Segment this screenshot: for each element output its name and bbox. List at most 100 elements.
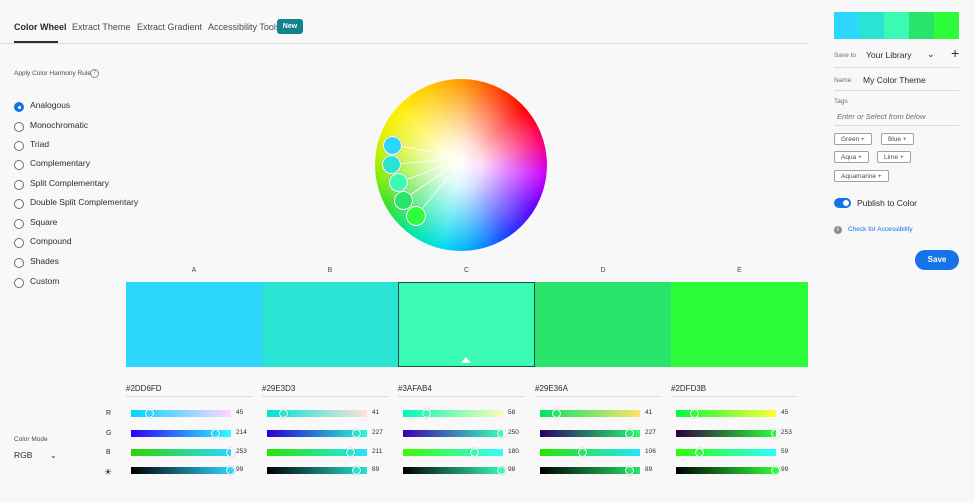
slider-value-brightness: 89 (372, 466, 380, 473)
theme-name-input[interactable]: My Color Theme (863, 75, 926, 85)
slider-r[interactable] (676, 408, 776, 418)
radio-button[interactable] (14, 102, 24, 112)
slider-thumb[interactable] (210, 428, 220, 438)
slider-b[interactable] (540, 447, 640, 457)
tag-blue[interactable]: Blue + (881, 133, 914, 145)
radio-button[interactable] (14, 278, 24, 288)
tags-input[interactable]: Enter or Select from below (837, 112, 925, 121)
hex-input[interactable]: #2DD6FD (126, 384, 162, 393)
column-label: C (463, 267, 470, 274)
hex-input[interactable]: #2DFD3B (671, 384, 706, 393)
slider-b[interactable] (267, 447, 367, 457)
publish-label: Publish to Color (857, 198, 918, 208)
wheel-handle-c[interactable] (389, 173, 408, 192)
color-swatch-d[interactable] (535, 282, 671, 367)
slider-brightness[interactable] (131, 465, 235, 475)
wheel-handle-e[interactable] (406, 206, 426, 226)
color-swatch-c[interactable] (398, 282, 535, 367)
slider-thumb[interactable] (625, 428, 635, 438)
slider-thumb[interactable] (421, 408, 431, 418)
slider-thumb[interactable] (226, 447, 236, 457)
row-label-b: B (106, 449, 111, 456)
slider-thumb[interactable] (144, 408, 154, 418)
slider-thumb[interactable] (226, 465, 235, 475)
slider-r[interactable] (267, 408, 367, 418)
radio-button[interactable] (14, 180, 24, 190)
slider-thumb[interactable] (497, 465, 506, 475)
tag-aquamarine[interactable]: Aquamarine + (834, 170, 889, 182)
library-select[interactable]: Your Library (866, 50, 912, 60)
slider-g[interactable] (131, 428, 231, 438)
slider-thumb[interactable] (695, 447, 705, 457)
slider-thumb[interactable] (771, 465, 780, 475)
tag-lime[interactable]: Lime + (877, 151, 911, 163)
column-label: E (737, 267, 742, 274)
radio-button[interactable] (14, 258, 24, 268)
selected-indicator (461, 357, 471, 363)
tab-extract-theme[interactable]: Extract Theme (72, 22, 130, 32)
slider-g[interactable] (267, 428, 367, 438)
tab-extract-gradient[interactable]: Extract Gradient (137, 22, 202, 32)
radio-button[interactable] (14, 238, 24, 248)
slider-r[interactable] (131, 408, 231, 418)
slider-g[interactable] (403, 428, 507, 438)
slider-brightness[interactable] (267, 465, 367, 475)
slider-b[interactable] (131, 447, 236, 457)
radio-button[interactable] (14, 219, 24, 229)
wheel-handle-b[interactable] (382, 155, 401, 174)
color-swatch-e[interactable] (671, 282, 808, 367)
slider-b[interactable] (403, 447, 503, 457)
harmony-option-label: Monochromatic (30, 120, 89, 130)
theme-preview-color (884, 12, 909, 39)
slider-value-b: 180 (508, 448, 519, 455)
slider-thumb[interactable] (279, 408, 289, 418)
tab-color-wheel[interactable]: Color Wheel (14, 22, 67, 32)
slider-thumb[interactable] (771, 428, 781, 438)
slider-thumb[interactable] (625, 465, 634, 475)
slider-thumb[interactable] (577, 447, 587, 457)
hex-input[interactable]: #3AFAB4 (398, 384, 432, 393)
slider-thumb[interactable] (345, 447, 355, 457)
harmony-option-label: Square (30, 217, 58, 227)
color-mode-select[interactable]: RGB ⌄ (14, 450, 58, 460)
hex-underline (262, 396, 388, 397)
help-icon[interactable]: ? (90, 69, 99, 78)
color-swatch-a[interactable] (126, 282, 262, 367)
hex-input[interactable]: #29E3D3 (262, 384, 295, 393)
radio-button[interactable] (14, 199, 24, 209)
chevron-down-icon[interactable]: ⌄ (927, 49, 935, 60)
accessibility-link[interactable]: Check for Accessibility (848, 226, 913, 233)
slider-r[interactable] (540, 408, 640, 418)
tab-accessibility-tools[interactable]: Accessibility Tools (208, 22, 280, 32)
wheel-handle-a[interactable] (383, 136, 402, 155)
slider-brightness[interactable] (540, 465, 640, 475)
slider-b[interactable] (676, 447, 776, 457)
color-swatch-b[interactable] (262, 282, 398, 367)
hex-input[interactable]: #29E36A (535, 384, 568, 393)
slider-thumb[interactable] (552, 408, 562, 418)
slider-g[interactable] (540, 428, 640, 438)
slider-r[interactable] (403, 408, 503, 418)
slider-thumb[interactable] (497, 428, 507, 438)
slider-thumb[interactable] (352, 465, 361, 475)
tag-green[interactable]: Green + (834, 133, 872, 145)
add-library-icon[interactable]: + (951, 45, 959, 61)
harmony-option-label: Shades (30, 256, 59, 266)
harmony-option-label: Double Split Complementary (30, 197, 139, 207)
tag-aqua[interactable]: Aqua + (834, 151, 869, 163)
hex-underline (671, 396, 797, 397)
save-button[interactable]: Save (915, 250, 959, 270)
slider-thumb[interactable] (469, 447, 479, 457)
save-to-label: Save to (834, 52, 857, 59)
slider-g[interactable] (676, 428, 781, 438)
slider-thumb[interactable] (352, 428, 362, 438)
slider-thumb[interactable] (689, 408, 699, 418)
tags-label: Tags (834, 98, 848, 105)
radio-button[interactable] (14, 122, 24, 132)
slider-brightness[interactable] (403, 465, 506, 475)
slider-brightness[interactable] (676, 465, 780, 475)
radio-button[interactable] (14, 141, 24, 151)
publish-toggle[interactable] (834, 198, 851, 208)
radio-button[interactable] (14, 160, 24, 170)
tab-bar: Color Wheel Extract Theme Extract Gradie… (0, 0, 808, 44)
